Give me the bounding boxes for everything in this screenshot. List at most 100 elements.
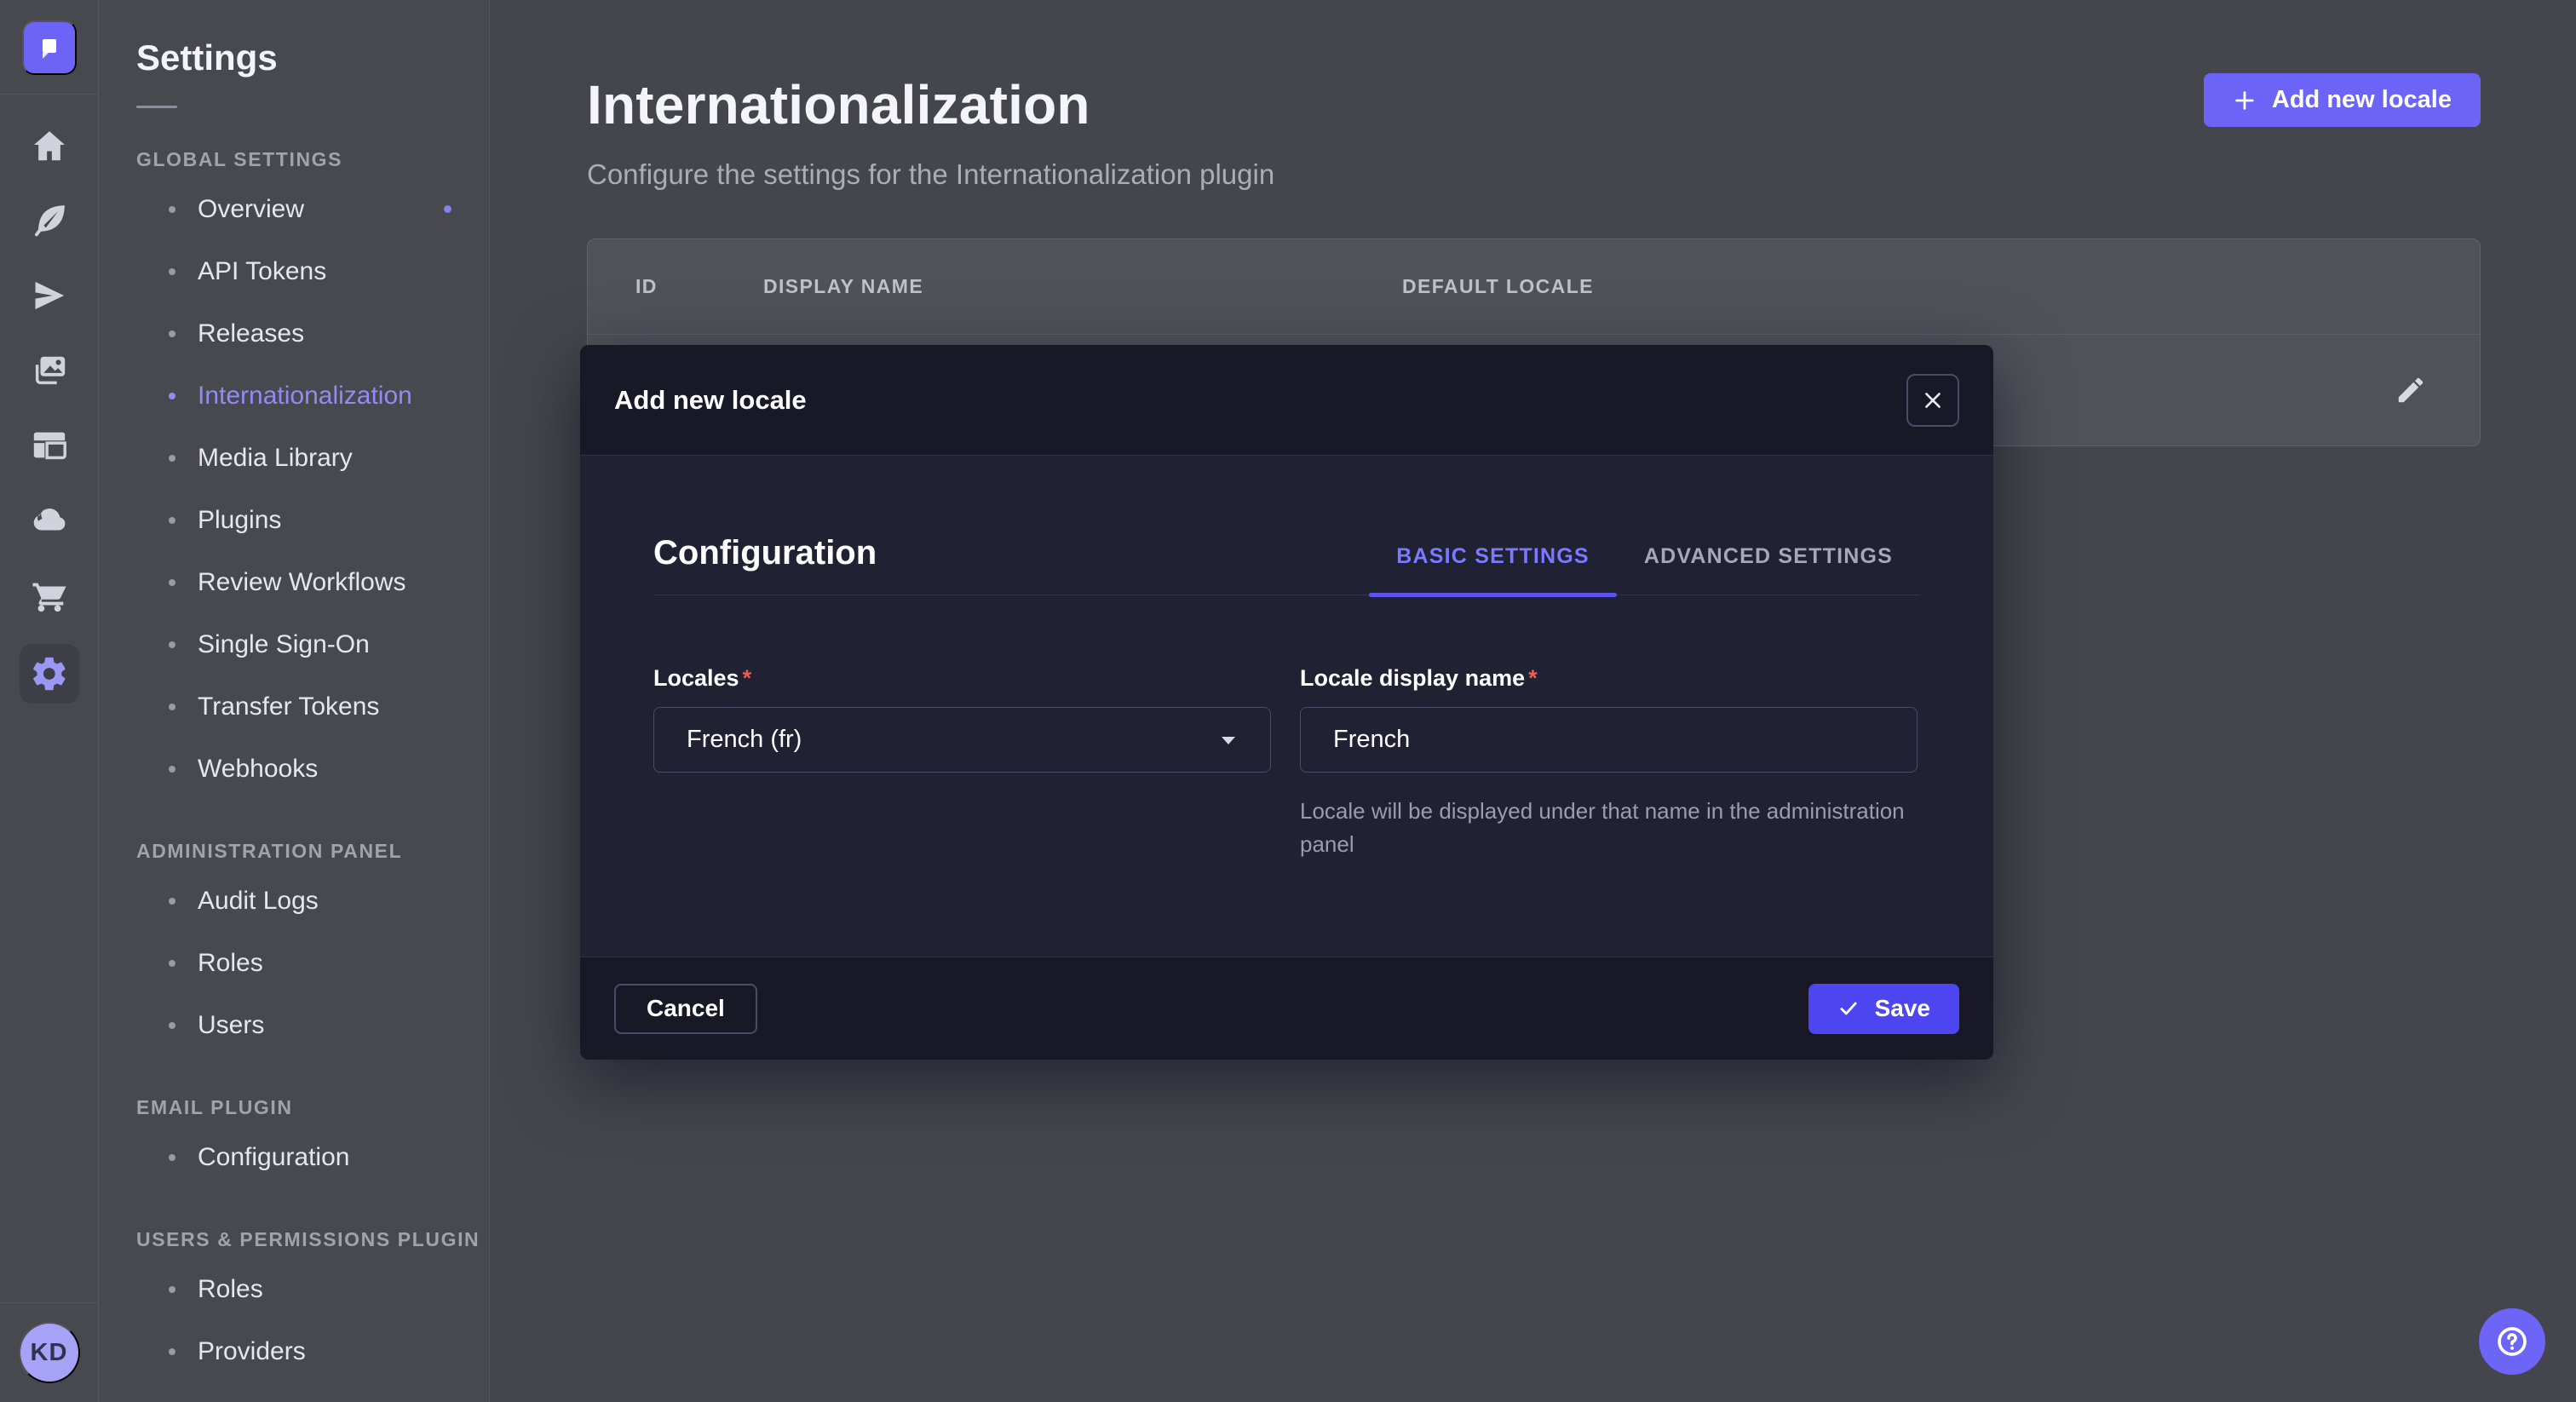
sidebar-item-label: API Tokens <box>198 257 326 286</box>
add-new-locale-label: Add new locale <box>2272 86 2452 114</box>
sidebar-section-label: EMAIL PLUGIN <box>136 1089 489 1126</box>
bullet-icon <box>169 455 175 462</box>
sidebar-item-plugins[interactable]: Plugins <box>136 489 489 551</box>
sidebar-sections: GLOBAL SETTINGSOverviewAPI TokensRelease… <box>136 141 489 1382</box>
sidebar-item-audit-logs[interactable]: Audit Logs <box>136 870 489 932</box>
sidebar-section: EMAIL PLUGIN Configuration <box>136 1089 489 1188</box>
locales-select[interactable]: French (fr) <box>653 707 1271 773</box>
configuration-bar: Configuration BASIC SETTINGS ADVANCED SE… <box>653 534 1920 595</box>
display-name-input[interactable] <box>1333 726 1884 754</box>
gear-icon[interactable] <box>0 633 99 715</box>
sidebar-item-internationalization[interactable]: Internationalization <box>136 365 489 427</box>
edit-row-button[interactable] <box>2395 374 2427 406</box>
sidebar-item-label: Webhooks <box>198 755 318 784</box>
plus-icon <box>2233 89 2257 112</box>
sidebar-item-label: Audit Logs <box>198 887 319 916</box>
sidebar-item-overview[interactable]: Overview <box>136 178 489 240</box>
rail-nav <box>0 108 99 715</box>
display-name-label-text: Locale display name <box>1300 665 1525 691</box>
column-header-id: ID <box>635 275 763 298</box>
modal-fields: Locales* French (fr) Locale display name… <box>653 665 1920 861</box>
cart-icon[interactable] <box>0 558 99 633</box>
sidebar-item-roles[interactable]: Roles <box>136 932 489 994</box>
modal-body: Configuration BASIC SETTINGS ADVANCED SE… <box>580 456 1993 957</box>
icon-rail: KD <box>0 0 99 1402</box>
required-asterisk: * <box>1528 665 1538 691</box>
sidebar-item-label: Configuration <box>198 1143 349 1172</box>
sidebar-item-label: Roles <box>198 949 263 978</box>
sidebar-item-label: Review Workflows <box>198 568 406 597</box>
sidebar-item-providers[interactable]: Providers <box>136 1320 489 1382</box>
locales-label: Locales* <box>653 665 1271 692</box>
sidebar-item-label: Internationalization <box>198 382 412 411</box>
page-subtitle: Configure the settings for the Internati… <box>587 158 2481 191</box>
paper-plane-icon[interactable] <box>0 258 99 333</box>
bullet-icon <box>169 268 175 275</box>
close-icon <box>1922 389 1944 411</box>
display-name-label: Locale display name* <box>1300 665 1918 692</box>
sidebar-item-label: Overview <box>198 195 304 224</box>
locales-label-text: Locales <box>653 665 739 691</box>
sidebar-item-webhooks[interactable]: Webhooks <box>136 738 489 800</box>
tab-advanced-settings[interactable]: ADVANCED SETTINGS <box>1617 544 1920 595</box>
rail-bottom-divider <box>0 1302 98 1303</box>
strapi-logo-icon[interactable] <box>22 20 77 75</box>
configuration-title: Configuration <box>653 534 877 595</box>
media-images-icon[interactable] <box>0 333 99 408</box>
cancel-button[interactable]: Cancel <box>614 984 757 1034</box>
add-new-locale-button[interactable]: Add new locale <box>2204 73 2481 127</box>
feather-icon[interactable] <box>0 183 99 258</box>
layout-icon[interactable] <box>0 408 99 483</box>
notification-dot <box>444 205 451 213</box>
close-modal-button[interactable] <box>1906 374 1959 427</box>
sidebar-item-transfer-tokens[interactable]: Transfer Tokens <box>136 675 489 738</box>
display-name-input-wrap <box>1300 707 1918 773</box>
sidebar-item-media-library[interactable]: Media Library <box>136 427 489 489</box>
bullet-icon <box>169 206 175 213</box>
home-icon[interactable] <box>0 108 99 183</box>
modal-header: Add new locale <box>580 345 1993 456</box>
sidebar-section: USERS & PERMISSIONS PLUGINRolesProviders <box>136 1221 489 1382</box>
app-root: KD Settings GLOBAL SETTINGSOverviewAPI T… <box>0 0 2576 1402</box>
sidebar-item-releases[interactable]: Releases <box>136 302 489 365</box>
bullet-icon <box>169 330 175 337</box>
bullet-icon <box>169 1348 175 1355</box>
settings-sidebar: Settings GLOBAL SETTINGSOverviewAPI Toke… <box>99 0 490 1402</box>
display-name-hint: Locale will be displayed under that name… <box>1300 795 1918 861</box>
required-asterisk: * <box>743 665 752 691</box>
sidebar-title-rule <box>136 106 177 108</box>
bullet-icon <box>169 579 175 586</box>
bullet-icon <box>169 393 175 399</box>
sidebar-item-roles[interactable]: Roles <box>136 1258 489 1320</box>
sidebar-section-label: ADMINISTRATION PANEL <box>136 832 489 870</box>
save-button-label: Save <box>1875 995 1930 1022</box>
settings-tabs: BASIC SETTINGS ADVANCED SETTINGS <box>1369 544 1920 595</box>
bullet-icon <box>169 1286 175 1293</box>
avatar[interactable]: KD <box>19 1322 80 1383</box>
sidebar-item-single-sign-on[interactable]: Single Sign-On <box>136 613 489 675</box>
tab-basic-settings[interactable]: BASIC SETTINGS <box>1369 544 1617 595</box>
page-header: Internationalization Configure the setti… <box>490 0 2576 191</box>
sidebar-item-label: Single Sign-On <box>198 630 370 659</box>
sidebar-item-label: Plugins <box>198 506 281 535</box>
bullet-icon <box>169 766 175 773</box>
rail-bottom: KD <box>0 1302 98 1402</box>
bullet-icon <box>169 898 175 905</box>
column-header-display-name: DISPLAY NAME <box>763 275 1402 298</box>
locales-field: Locales* French (fr) <box>653 665 1271 861</box>
sidebar-item-users[interactable]: Users <box>136 994 489 1056</box>
cloud-icon[interactable] <box>0 483 99 558</box>
bullet-icon <box>169 1154 175 1161</box>
help-button[interactable] <box>2479 1308 2545 1375</box>
chevron-down-icon <box>1219 733 1238 747</box>
display-name-field: Locale display name* Locale will be disp… <box>1300 665 1918 861</box>
sidebar-item-configuration[interactable]: Configuration <box>136 1126 489 1188</box>
bullet-icon <box>169 641 175 648</box>
page-title: Internationalization <box>587 73 2481 136</box>
sidebar-item-api-tokens[interactable]: API Tokens <box>136 240 489 302</box>
sidebar-item-review-workflows[interactable]: Review Workflows <box>136 551 489 613</box>
sidebar-title: Settings <box>136 37 489 78</box>
question-circle-icon <box>2495 1324 2529 1359</box>
save-button[interactable]: Save <box>1808 984 1959 1034</box>
column-header-default-locale: DEFAULT LOCALE <box>1402 275 2432 298</box>
